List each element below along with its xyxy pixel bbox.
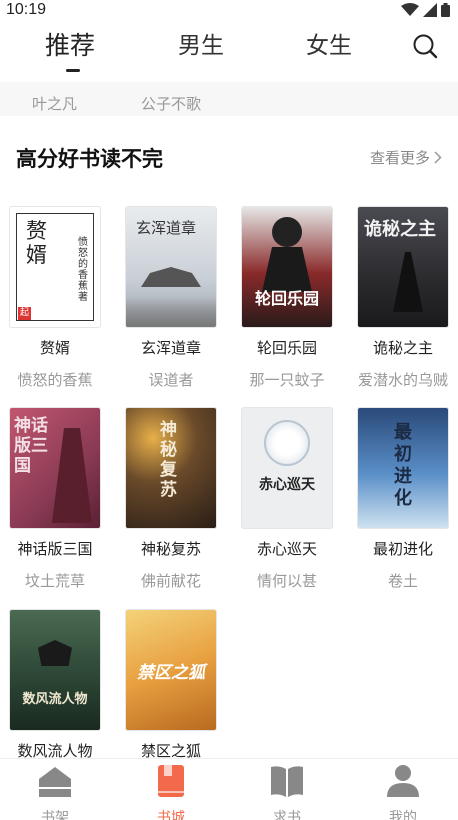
book-author: 情何以甚 bbox=[256, 572, 317, 590]
book-cover: 禁区之狐 bbox=[126, 610, 216, 730]
book-cover: 玄浑道章 bbox=[126, 207, 216, 327]
search-icon[interactable] bbox=[412, 33, 438, 59]
book-card[interactable]: 神秘复苏 神秘复苏 佛前献花 bbox=[126, 408, 216, 590]
profile-icon bbox=[387, 765, 419, 797]
bottom-nav: 书架 书城 求书 我的 bbox=[0, 758, 458, 820]
see-more-label: 查看更多 bbox=[369, 149, 430, 167]
nav-profile[interactable]: 我的 bbox=[363, 763, 443, 820]
cover-title: 最初进化 bbox=[394, 422, 412, 509]
cover-title: 禁区之狐 bbox=[137, 663, 205, 683]
tab-male[interactable]: 男生 bbox=[178, 28, 224, 64]
prev-author: 叶之凡 bbox=[32, 95, 78, 113]
book-card[interactable]: 赘婿 愤怒的香蕉著 起 赘婿 愤怒的香蕉 bbox=[10, 207, 100, 389]
nav-label: 我的 bbox=[389, 810, 417, 820]
cover-title: 赤心巡天 bbox=[259, 477, 315, 493]
cover-title: 数风流人物 bbox=[22, 692, 88, 707]
book-cover: 数风流人物 bbox=[10, 610, 100, 730]
tab-indicator bbox=[66, 69, 80, 72]
see-more-link[interactable]: 查看更多 bbox=[370, 147, 442, 168]
tab-recommend[interactable]: 推荐 bbox=[45, 28, 95, 64]
book-card[interactable]: 数风流人物 数风流人物 bbox=[10, 610, 100, 760]
tab-female[interactable]: 女生 bbox=[306, 28, 352, 64]
prev-author: 公子不歌 bbox=[141, 95, 202, 113]
book-cover: 神秘复苏 bbox=[126, 408, 216, 528]
book-author: 愤怒的香蕉 bbox=[17, 371, 93, 389]
book-card[interactable]: 最初进化 最初进化 卷土 bbox=[358, 408, 448, 590]
book-cover: 诡秘之主 bbox=[358, 207, 448, 327]
chevron-right-icon bbox=[434, 151, 442, 164]
book-card[interactable]: 诡秘之主 诡秘之主 爱潜水的乌贼 bbox=[358, 207, 448, 389]
book-card[interactable]: 神话版三国 神话版三国 坟土荒草 bbox=[10, 408, 100, 590]
bookshelf-icon bbox=[39, 767, 71, 797]
book-title: 神秘复苏 bbox=[140, 540, 201, 558]
book-card[interactable]: 玄浑道章 玄浑道章 误道者 bbox=[126, 207, 216, 389]
wifi-icon bbox=[401, 3, 419, 16]
book-card[interactable]: 禁区之狐 禁区之狐 bbox=[126, 610, 216, 760]
battery-icon bbox=[441, 3, 450, 17]
top-tabs: 推荐 男生 女生 bbox=[0, 22, 458, 82]
cover-title: 神话版三国 bbox=[14, 416, 48, 476]
book-title: 玄浑道章 bbox=[140, 339, 201, 357]
cover-title: 轮回乐园 bbox=[254, 289, 319, 308]
request-book-icon bbox=[271, 766, 303, 797]
bookstore-icon bbox=[158, 765, 184, 797]
status-icons bbox=[401, 3, 450, 17]
cover-title: 赘婿 bbox=[26, 219, 47, 267]
book-title: 神话版三国 bbox=[17, 540, 93, 558]
book-card[interactable]: 赤心巡天 赤心巡天 情何以甚 bbox=[242, 408, 332, 590]
nav-request-book[interactable]: 求书 bbox=[247, 763, 327, 820]
book-cover: 神话版三国 bbox=[10, 408, 100, 528]
book-author: 佛前献花 bbox=[140, 572, 201, 590]
nav-label: 求书 bbox=[273, 810, 301, 820]
status-time: 10:19 bbox=[6, 1, 47, 18]
signal-icon bbox=[423, 3, 437, 17]
nav-bookshelf[interactable]: 书架 bbox=[15, 763, 95, 820]
book-title: 诡秘之主 bbox=[372, 339, 433, 357]
nav-bookstore[interactable]: 书城 bbox=[131, 763, 211, 820]
book-author: 那一只蚊子 bbox=[249, 371, 325, 389]
cover-title: 玄浑道章 bbox=[136, 219, 197, 237]
book-title: 赘婿 bbox=[39, 339, 70, 357]
nav-label: 书架 bbox=[41, 810, 69, 820]
book-author: 坟土荒草 bbox=[24, 572, 85, 590]
book-title: 最初进化 bbox=[372, 540, 433, 558]
cover-title: 神秘复苏 bbox=[160, 420, 177, 500]
book-cover: 赤心巡天 bbox=[242, 408, 332, 528]
book-author: 卷土 bbox=[387, 572, 418, 590]
nav-label: 书城 bbox=[157, 810, 185, 820]
book-card[interactable]: 轮回乐园 轮回乐园 那一只蚊子 bbox=[242, 207, 332, 389]
book-author: 爱潜水的乌贼 bbox=[357, 371, 448, 389]
cover-title: 诡秘之主 bbox=[364, 219, 436, 240]
book-author: 误道者 bbox=[148, 371, 194, 389]
section-title: 高分好书读不完 bbox=[16, 147, 163, 171]
book-cover: 赘婿 愤怒的香蕉著 起 bbox=[10, 207, 100, 327]
status-bar: 10:19 bbox=[0, 0, 458, 22]
book-cover: 最初进化 bbox=[358, 408, 448, 528]
book-cover: 轮回乐园 bbox=[242, 207, 332, 327]
book-title: 赤心巡天 bbox=[256, 540, 317, 558]
book-title: 轮回乐园 bbox=[256, 339, 317, 357]
divider bbox=[0, 82, 458, 92]
